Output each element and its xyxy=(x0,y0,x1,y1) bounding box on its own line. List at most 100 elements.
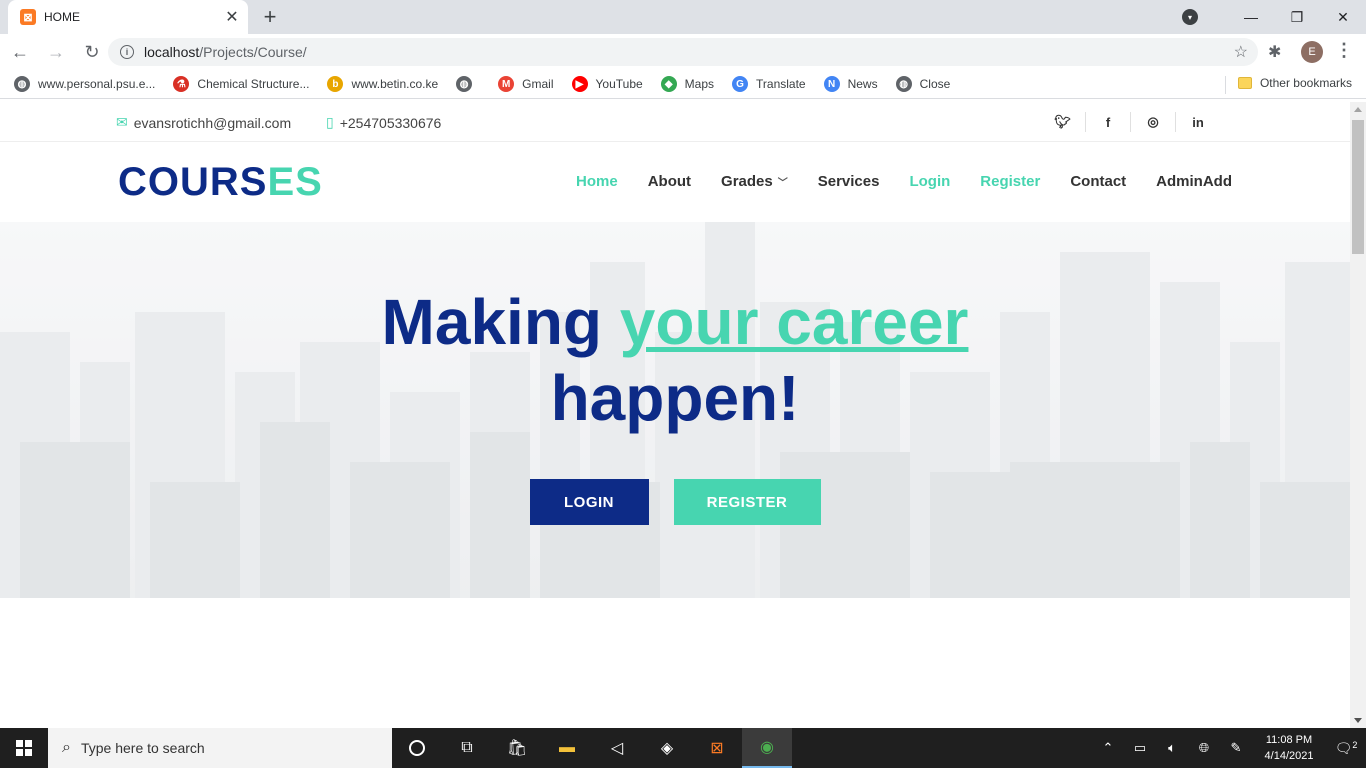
volume-icon[interactable]: 🔈︎ xyxy=(1156,740,1188,756)
contact-topbar: ✉ evansrotichh@gmail.com ▯ +254705330676… xyxy=(0,102,1350,142)
bookmark-star-icon[interactable]: ☆ xyxy=(1234,42,1248,62)
scroll-thumb[interactable] xyxy=(1352,120,1364,254)
bookmark-item[interactable]: b www.betin.co.ke xyxy=(327,76,438,92)
hero-title-highlight: your career xyxy=(619,286,969,358)
store-icon[interactable]: 🛍︎ xyxy=(492,728,542,768)
nav-item-home[interactable]: Home xyxy=(576,173,618,190)
login-button[interactable]: LOGIN xyxy=(529,479,649,525)
pen-icon[interactable]: ✎ xyxy=(1220,740,1252,756)
page-scrollbar[interactable] xyxy=(1350,102,1366,728)
main-nav: Home About Grades ﹀ Services Login Register Con… xyxy=(546,173,1232,190)
windows-taskbar: ⌕ Type here to search ⧉ 🛍︎ ▬ ◁ ◈ ⊠ ◉ ⌃ ▭… xyxy=(0,728,1366,768)
youtube-icon: ▶ xyxy=(571,76,588,92)
logo-main: COURS xyxy=(118,160,268,204)
search-icon: ⌕ xyxy=(62,739,71,756)
system-clock[interactable]: 11:08 PM 4/14/2021 xyxy=(1252,732,1326,764)
instagram-icon[interactable]: ◎ xyxy=(1130,112,1175,132)
clock-time: 11:08 PM xyxy=(1265,734,1313,746)
email-text: evansrotichh@gmail.com xyxy=(133,114,292,131)
nav-item-about[interactable]: About xyxy=(648,173,691,190)
bookmark-label: Maps xyxy=(684,77,715,91)
start-button[interactable] xyxy=(0,728,48,768)
browser-tab-strip: ⊠ HOME ✕ + ▾ — ❐ ✕ xyxy=(0,0,1366,34)
nav-item-grades[interactable]: Grades ﹀ xyxy=(721,173,788,190)
minimize-button[interactable]: — xyxy=(1228,2,1274,32)
nav-item-register[interactable]: Register xyxy=(980,173,1040,190)
globe-icon: ◍ xyxy=(456,76,473,92)
tab-search-icon[interactable]: ▾ xyxy=(1182,9,1198,25)
kebab-menu-icon[interactable]: ⋮ xyxy=(1335,40,1353,61)
extensions-icon[interactable]: ✱ xyxy=(1268,42,1281,62)
clock-date: 4/14/2021 xyxy=(1264,750,1314,762)
folder-icon xyxy=(1237,77,1252,89)
scroll-down-arrow[interactable] xyxy=(1354,718,1362,723)
info-icon[interactable]: i xyxy=(120,45,134,59)
url-host: localhost xyxy=(144,44,200,60)
bookmark-label: www.personal.psu.e... xyxy=(38,77,156,91)
reload-icon[interactable]: ↻ xyxy=(76,36,108,68)
notification-icon[interactable]: 🗨︎ 2 xyxy=(1326,740,1366,757)
notification-count: 2 xyxy=(1352,739,1358,750)
twitter-icon[interactable]: 🐦︎ xyxy=(1040,112,1085,132)
bookmark-item[interactable]: ◍ www.personal.psu.e... xyxy=(14,76,155,92)
window-close-button[interactable]: ✕ xyxy=(1320,2,1366,32)
bookmark-item[interactable]: N News xyxy=(823,76,878,92)
register-button[interactable]: REGISTER xyxy=(673,479,821,525)
back-icon[interactable]: ← xyxy=(4,36,36,68)
url-path: /Projects/Course/ xyxy=(199,44,307,60)
close-icon[interactable]: ✕ xyxy=(222,7,242,27)
unity-icon[interactable]: ◈ xyxy=(642,728,692,768)
email-contact[interactable]: ✉ evansrotichh@gmail.com xyxy=(116,114,291,131)
nav-item-services[interactable]: Services xyxy=(818,173,880,190)
bookmark-item[interactable]: ◍ xyxy=(456,76,480,92)
nav-label: Contact xyxy=(1070,173,1127,190)
nav-label: Services xyxy=(817,173,880,190)
nav-item-adminadd[interactable]: AdminAdd xyxy=(1156,173,1232,190)
chevron-up-icon[interactable]: ⌃ xyxy=(1092,740,1124,756)
taskbar-search-placeholder: Type here to search xyxy=(80,740,205,756)
facebook-icon[interactable]: f xyxy=(1085,112,1130,132)
browser-toolbar: ← → ↻ i localhost/Projects/Course/ ☆ ✱ E… xyxy=(0,34,1366,70)
battery-icon[interactable]: ▭ xyxy=(1124,740,1156,756)
gmail-icon: M xyxy=(498,76,515,92)
cortana-icon[interactable] xyxy=(392,728,442,768)
nav-label: Login xyxy=(909,173,951,190)
hero-section: Making your career happen! LOGIN REGISTE… xyxy=(0,222,1350,598)
bookmark-item[interactable]: ◍ Close xyxy=(895,76,950,92)
nav-label: About xyxy=(647,173,692,190)
new-tab-button[interactable]: + xyxy=(258,4,282,29)
taskbar-search[interactable]: ⌕ Type here to search xyxy=(48,728,392,768)
forward-icon[interactable]: → xyxy=(40,36,72,68)
bookmark-label: Chemical Structure... xyxy=(197,77,310,91)
nav-item-contact[interactable]: Contact xyxy=(1070,173,1126,190)
bookmark-item[interactable]: ▶ YouTube xyxy=(571,76,643,92)
linkedin-icon[interactable]: in xyxy=(1175,112,1220,132)
other-bookmarks[interactable]: Other bookmarks xyxy=(1237,76,1352,90)
site-header: COURSES Home About Grades ﹀ Services Login Reg… xyxy=(0,142,1350,222)
system-tray: ⌃ ▭ 🔈︎ 🌐︎ ✎ 11:08 PM 4/14/2021 🗨︎ 2 xyxy=(1092,728,1366,768)
site-logo[interactable]: COURSES xyxy=(118,160,323,205)
task-view-icon[interactable]: ⧉ xyxy=(442,728,492,768)
address-bar[interactable]: i localhost/Projects/Course/ ☆ xyxy=(108,38,1258,66)
phone-contact[interactable]: ▯ +254705330676 xyxy=(326,114,441,131)
bookmark-item[interactable]: ⚗ Chemical Structure... xyxy=(173,76,309,92)
url-text[interactable]: localhost/Projects/Course/ xyxy=(144,44,307,60)
globe-icon: ◍ xyxy=(895,76,912,92)
scroll-up-arrow[interactable] xyxy=(1354,107,1362,112)
windows-logo-icon xyxy=(16,740,32,756)
xampp-taskbar-icon[interactable]: ⊠ xyxy=(692,728,742,768)
file-explorer-icon[interactable]: ▬ xyxy=(542,728,592,768)
bookmark-item[interactable]: ◆ Maps xyxy=(660,76,715,92)
bookmark-label: News xyxy=(847,77,878,91)
network-icon[interactable]: 🌐︎ xyxy=(1188,740,1220,756)
browser-tab[interactable]: ⊠ HOME ✕ xyxy=(8,0,248,34)
visual-studio-icon[interactable]: ◁ xyxy=(592,728,642,768)
restore-button[interactable]: ❐ xyxy=(1274,2,1320,32)
chrome-taskbar-icon[interactable]: ◉ xyxy=(742,728,792,768)
nav-label: AdminAdd xyxy=(1156,173,1232,190)
bookmark-item[interactable]: M Gmail xyxy=(498,76,554,92)
bookmark-item[interactable]: G Translate xyxy=(732,76,806,92)
nav-item-login[interactable]: Login xyxy=(909,173,950,190)
maps-icon: ◆ xyxy=(660,76,677,92)
profile-avatar[interactable]: E xyxy=(1301,41,1323,63)
